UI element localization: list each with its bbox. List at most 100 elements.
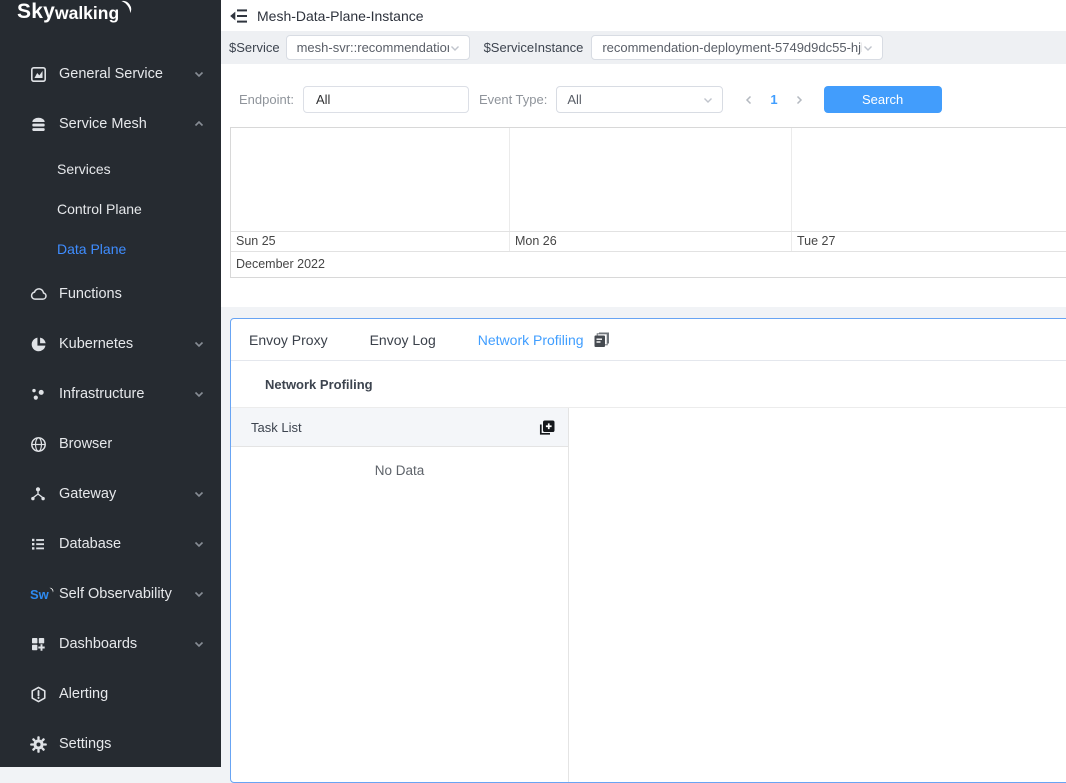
- globe-icon: [30, 436, 50, 453]
- previous-page-button[interactable]: [741, 92, 757, 108]
- cloud-icon: [30, 286, 50, 303]
- timeline-month-label: December 2022: [231, 252, 1066, 277]
- sidebar-item-label: Service Mesh: [59, 116, 147, 132]
- pagination: 1: [741, 92, 806, 108]
- sidebar: Skywalking General Service Service Mesh …: [0, 0, 221, 767]
- copy-icon[interactable]: [593, 332, 611, 348]
- next-page-button[interactable]: [791, 92, 807, 108]
- add-task-icon: [538, 419, 556, 436]
- service-select-value: mesh-svr::recommendation: [297, 40, 449, 55]
- sidebar-item-data-plane[interactable]: Data Plane: [0, 229, 221, 269]
- sidebar-item-settings[interactable]: Settings: [0, 719, 221, 769]
- content-area: Mesh-Data-Plane-Instance $Service mesh-s…: [221, 0, 1066, 767]
- sidebar-item-self-observability[interactable]: Sw Self Observability: [0, 569, 221, 619]
- chevron-down-icon: [193, 638, 205, 650]
- skywalking-logo[interactable]: Skywalking: [0, 0, 221, 49]
- endpoint-label: Endpoint:: [239, 92, 294, 107]
- endpoint-input[interactable]: [303, 86, 469, 113]
- event-type-select[interactable]: All: [556, 86, 723, 113]
- alert-hexagon-icon: [30, 686, 50, 703]
- service-instance-select[interactable]: recommendation-deployment-5749d9dc55-hjl…: [591, 35, 883, 60]
- chevron-up-icon: [193, 118, 205, 130]
- gear-icon: [30, 736, 50, 753]
- events-timeline[interactable]: Sun 25 Mon 26 Tue 27 December 2022: [230, 127, 1066, 278]
- events-panel: Endpoint: Event Type: All 1 Search: [221, 64, 1066, 307]
- crescent-moon-icon: [120, 0, 133, 21]
- logo-text-walking: walking: [55, 3, 119, 24]
- service-select[interactable]: mesh-svr::recommendation: [286, 35, 470, 60]
- sidebar-item-label: Functions: [59, 286, 122, 302]
- collapse-sidebar-icon[interactable]: [229, 8, 248, 24]
- tab-envoy-proxy[interactable]: Envoy Proxy: [249, 332, 328, 348]
- task-list-title: Task List: [251, 420, 302, 435]
- cluster-dots-icon: [30, 386, 50, 402]
- chevron-down-icon: [193, 68, 205, 80]
- sidebar-item-infrastructure[interactable]: Infrastructure: [0, 369, 221, 419]
- chevron-down-icon: [193, 338, 205, 350]
- chevron-down-icon: [449, 42, 461, 54]
- sidebar-item-functions[interactable]: Functions: [0, 269, 221, 319]
- sidebar-item-services[interactable]: Services: [0, 149, 221, 189]
- timeline-day-label: Tue 27: [792, 232, 1066, 251]
- chevron-down-icon: [702, 94, 714, 106]
- timeline-column: [510, 128, 792, 231]
- skywalking-sw-icon: Sw: [30, 586, 50, 602]
- tab-envoy-log[interactable]: Envoy Log: [370, 332, 436, 348]
- timeline-day-labels: Sun 25 Mon 26 Tue 27: [231, 232, 1066, 252]
- task-list-empty-text: No Data: [231, 447, 568, 478]
- tabs-bar: Envoy Proxy Envoy Log Network Profiling: [231, 319, 1066, 361]
- event-type-select-value: All: [567, 92, 581, 107]
- service-instance-select-value: recommendation-deployment-5749d9dc55-hjl…: [602, 40, 862, 55]
- sidebar-item-label: General Service: [59, 66, 163, 82]
- page-title: Mesh-Data-Plane-Instance: [257, 8, 424, 24]
- sidebar-item-label: Data Plane: [57, 241, 126, 257]
- sidebar-item-label: Infrastructure: [59, 386, 144, 402]
- timeline-column: [792, 128, 1066, 231]
- timeline-chart-area: [231, 128, 1066, 232]
- sidebar-item-service-mesh[interactable]: Service Mesh: [0, 99, 221, 149]
- sidebar-item-label: Gateway: [59, 486, 116, 502]
- task-detail-panel: [569, 408, 1066, 782]
- sidebar-item-label: Browser: [59, 436, 112, 452]
- sidebar-item-kubernetes[interactable]: Kubernetes: [0, 319, 221, 369]
- timeline-day-label: Mon 26: [510, 232, 792, 251]
- sidebar-item-label: Self Observability: [59, 586, 172, 602]
- kubernetes-icon: [30, 336, 50, 353]
- sidebar-item-label: Alerting: [59, 686, 108, 702]
- chevron-down-icon: [193, 488, 205, 500]
- timeline-column: [231, 128, 510, 231]
- filter-row: Endpoint: Event Type: All 1 Search: [221, 64, 1066, 113]
- sidebar-item-general-service[interactable]: General Service: [0, 49, 221, 99]
- new-task-button[interactable]: [538, 419, 556, 436]
- network-profiling-widget-title: Network Profiling: [231, 361, 1066, 408]
- sidebar-item-label: Kubernetes: [59, 336, 133, 352]
- sidebar-item-label: Dashboards: [59, 636, 137, 652]
- chevron-down-icon: [862, 42, 874, 54]
- data-plane-tab-panel: Envoy Proxy Envoy Log Network Profiling …: [230, 318, 1066, 783]
- tab-network-profiling[interactable]: Network Profiling: [478, 332, 584, 348]
- timeline-day-label: Sun 25: [231, 232, 510, 251]
- task-list-panel: Task List No Data: [231, 408, 569, 782]
- chevron-down-icon: [193, 388, 205, 400]
- sidebar-item-alerting[interactable]: Alerting: [0, 669, 221, 719]
- sidebar-item-dashboards[interactable]: Dashboards: [0, 619, 221, 669]
- sidebar-item-label: Control Plane: [57, 201, 142, 217]
- search-button[interactable]: Search: [824, 86, 942, 113]
- main-area: Endpoint: Event Type: All 1 Search: [221, 64, 1066, 767]
- sidebar-item-database[interactable]: Database: [0, 519, 221, 569]
- logo-text-sky: Sky: [17, 0, 55, 24]
- chart-icon: [30, 66, 50, 83]
- sidebar-item-browser[interactable]: Browser: [0, 419, 221, 469]
- page-number[interactable]: 1: [770, 92, 777, 107]
- service-selector-bar: $Service mesh-svr::recommendation $Servi…: [221, 31, 1066, 64]
- event-type-label: Event Type:: [479, 92, 547, 107]
- dashboards-grid-icon: [30, 636, 50, 652]
- sidebar-item-control-plane[interactable]: Control Plane: [0, 189, 221, 229]
- chevron-down-icon: [193, 588, 205, 600]
- network-profiling-body: Task List No Data: [231, 408, 1066, 782]
- sidebar-item-label: Settings: [59, 736, 111, 752]
- gateway-icon: [30, 486, 50, 502]
- sidebar-item-gateway[interactable]: Gateway: [0, 469, 221, 519]
- database-icon: [30, 536, 50, 552]
- sidebar-item-label: Database: [59, 536, 121, 552]
